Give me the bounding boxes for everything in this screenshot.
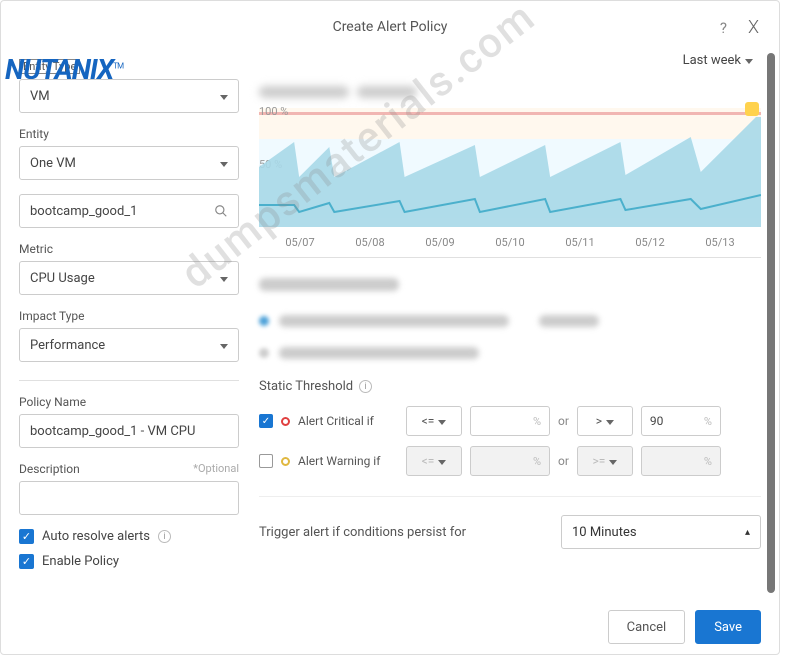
time-range-select[interactable]: Last week	[683, 53, 753, 68]
trigger-label: Trigger alert if conditions persist for	[259, 525, 466, 540]
entity-group: Entity One VM	[19, 127, 239, 180]
policy-name-group: Policy Name bootcamp_good_1 - VM CPU	[19, 395, 239, 448]
warning-op1-select[interactable]: <=	[406, 446, 462, 476]
modal-title: Create Alert Policy	[333, 19, 448, 35]
chevron-down-icon	[220, 156, 228, 171]
impact-type-group: Impact Type Performance	[19, 309, 239, 362]
info-icon[interactable]: i	[158, 530, 171, 543]
create-alert-policy-modal: Create Alert Policy ? X NUTANIXTM dumpsm…	[0, 0, 780, 655]
or-text: or	[558, 454, 569, 468]
entity-search-value: bootcamp_good_1	[30, 204, 137, 219]
warning-val2-input[interactable]: %	[641, 446, 721, 476]
metric-select[interactable]: CPU Usage	[19, 261, 239, 295]
description-group: Description *Optional	[19, 462, 239, 515]
policy-name-label: Policy Name	[19, 395, 239, 409]
alert-critical-checkbox[interactable]: ✓	[259, 414, 273, 428]
critical-dot-icon	[281, 417, 290, 426]
entity-search-input[interactable]: bootcamp_good_1	[19, 194, 239, 228]
metric-value: CPU Usage	[30, 271, 95, 286]
warning-val1-input[interactable]: %	[470, 446, 550, 476]
enable-policy-row: ✓ Enable Policy	[19, 554, 239, 569]
auto-resolve-label: Auto resolve alerts	[42, 529, 150, 544]
alert-critical-row: ✓ Alert Critical if <= % or > 90%	[259, 406, 761, 436]
critical-val1-input[interactable]: %	[470, 406, 550, 436]
metric-group: Metric CPU Usage	[19, 242, 239, 295]
save-button[interactable]: Save	[695, 610, 761, 644]
impact-type-value: Performance	[30, 338, 105, 353]
form-panel: Entity Type VM Entity One VM bootcamp_go…	[19, 53, 239, 593]
policy-name-value: bootcamp_good_1 - VM CPU	[30, 424, 195, 439]
behavioral-row1-blurred	[259, 315, 761, 327]
chart-title-blurred	[259, 83, 761, 102]
critical-op2-select[interactable]: >	[577, 406, 633, 436]
chevron-down-icon	[220, 89, 228, 104]
close-icon[interactable]: X	[748, 17, 759, 38]
entity-type-select[interactable]: VM	[19, 79, 239, 113]
entity-label: Entity	[19, 127, 239, 141]
x-tick: 05/13	[705, 236, 734, 249]
x-tick: 05/07	[285, 236, 314, 249]
critical-op1-select[interactable]: <=	[406, 406, 462, 436]
description-label: Description *Optional	[19, 462, 239, 476]
behavioral-row2-blurred	[259, 347, 761, 359]
alert-critical-label: Alert Critical if	[298, 414, 398, 428]
behavioral-title-blurred	[259, 276, 761, 295]
logo-tm: TM	[113, 62, 123, 71]
optional-hint: *Optional	[193, 462, 239, 475]
x-tick: 05/08	[355, 236, 384, 249]
warning-badge-icon	[745, 102, 759, 116]
alert-warning-row: Alert Warning if <= % or >= %	[259, 446, 761, 476]
critical-val2-input[interactable]: 90%	[641, 406, 721, 436]
auto-resolve-checkbox[interactable]: ✓	[19, 529, 34, 544]
alert-warning-label: Alert Warning if	[298, 454, 398, 468]
trigger-value: 10 Minutes	[572, 525, 637, 540]
threshold-line	[259, 112, 761, 115]
help-icon[interactable]: ?	[720, 19, 727, 37]
modal-body: Entity Type VM Entity One VM bootcamp_go…	[19, 53, 761, 593]
chevron-down-icon	[220, 338, 228, 353]
or-text: or	[558, 414, 569, 428]
entity-value: One VM	[30, 156, 76, 171]
static-threshold-title: Static Threshold i	[259, 379, 761, 394]
metric-label: Metric	[19, 242, 239, 256]
chevron-up-icon: ▴	[745, 527, 750, 538]
entity-search-group: bootcamp_good_1	[19, 194, 239, 228]
trigger-duration-select[interactable]: 10 Minutes ▴	[561, 515, 761, 549]
cancel-button[interactable]: Cancel	[608, 610, 686, 644]
enable-policy-checkbox[interactable]: ✓	[19, 554, 34, 569]
description-input[interactable]	[19, 481, 239, 515]
chart-panel: Last week 100 % 50 % 05/07 05/08	[259, 53, 761, 593]
warning-op2-select[interactable]: >=	[577, 446, 633, 476]
x-tick: 05/10	[495, 236, 524, 249]
warning-dot-icon	[281, 457, 290, 466]
x-tick: 05/12	[635, 236, 664, 249]
search-icon	[214, 204, 228, 218]
scrollbar[interactable]	[767, 53, 775, 593]
info-icon[interactable]: i	[359, 380, 372, 393]
chevron-down-icon	[220, 271, 228, 286]
divider	[19, 380, 239, 381]
chevron-down-icon	[745, 53, 753, 68]
usage-chart: 100 % 50 % 05/07 05/08 05/09 05/10 05/11…	[259, 108, 761, 258]
entity-select[interactable]: One VM	[19, 146, 239, 180]
entity-type-value: VM	[30, 89, 50, 104]
time-range-value: Last week	[683, 53, 741, 68]
modal-header: Create Alert Policy ? X	[19, 15, 761, 43]
trigger-row: Trigger alert if conditions persist for …	[259, 496, 761, 549]
auto-resolve-row: ✓ Auto resolve alerts i	[19, 529, 239, 544]
impact-type-label: Impact Type	[19, 309, 239, 323]
x-tick: 05/09	[425, 236, 454, 249]
modal-footer: Cancel Save	[608, 610, 761, 644]
impact-type-select[interactable]: Performance	[19, 328, 239, 362]
chart-svg	[259, 117, 761, 227]
x-axis: 05/07 05/08 05/09 05/10 05/11 05/12 05/1…	[259, 236, 761, 249]
enable-policy-label: Enable Policy	[42, 554, 119, 569]
policy-name-input[interactable]: bootcamp_good_1 - VM CPU	[19, 414, 239, 448]
x-tick: 05/11	[565, 236, 594, 249]
alert-warning-checkbox[interactable]	[259, 454, 273, 468]
